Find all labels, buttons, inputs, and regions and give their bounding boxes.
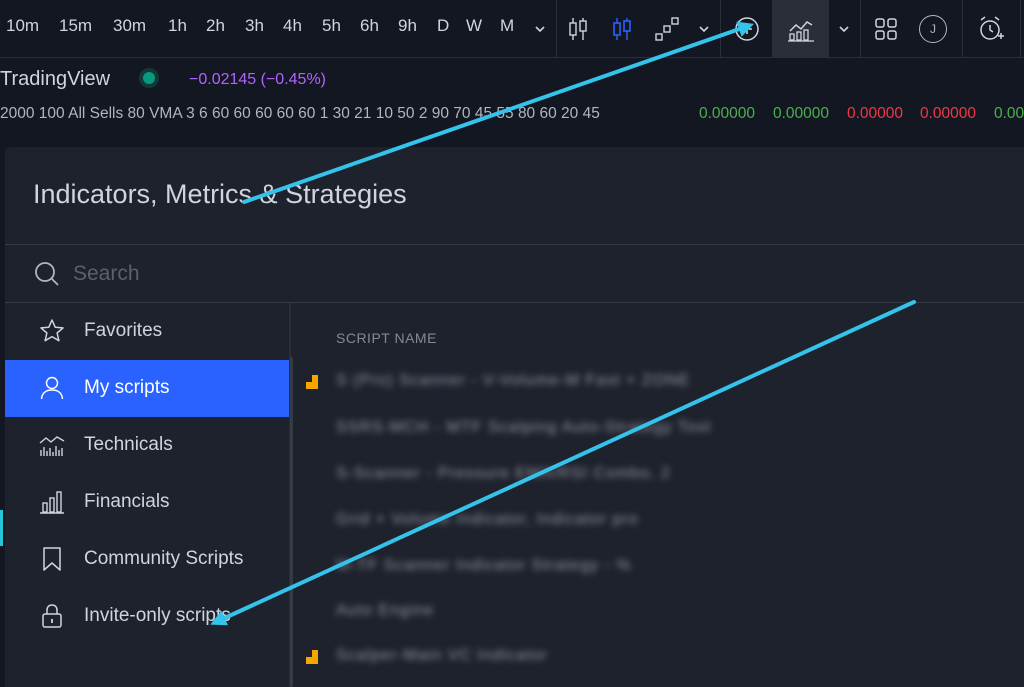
annotation-arrow-to-invite-only	[210, 300, 916, 626]
annotation-arrows	[210, 21, 916, 626]
annotation-arrow-to-indicators-button	[242, 21, 755, 204]
